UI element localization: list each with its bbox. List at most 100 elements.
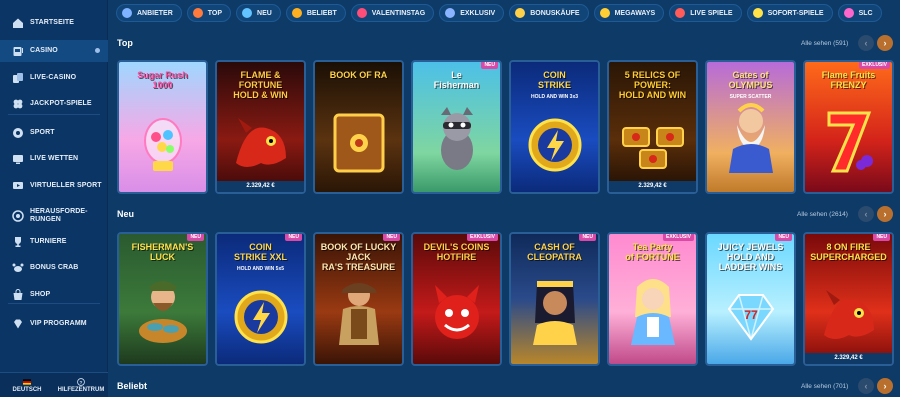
game-title: Flame Fruits FRENZY — [821, 70, 876, 90]
next-arrow-button[interactable]: › — [877, 378, 893, 394]
category-tab-sofort-spiele[interactable]: SOFORT-SPIELE — [746, 4, 833, 22]
sidebar-item-label: TURNIERE — [30, 238, 67, 245]
game-illustration — [625, 273, 681, 350]
prev-arrow-button[interactable]: ‹ — [858, 206, 874, 222]
game-badge: NEU — [481, 62, 498, 69]
see-all-link[interactable]: Alle sehen (2614) — [797, 211, 848, 218]
section-title-neu: Neu — [117, 209, 135, 219]
category-icon — [192, 8, 203, 18]
game-tile[interactable]: JUICY JEWELS HOLD AND LADDER WINS 77 NEU — [705, 232, 796, 366]
sidebar-item-jackpot-spiele[interactable]: JACKPOT-SPIELE — [0, 93, 108, 115]
game-badge: EXKLUSIV — [466, 234, 498, 241]
category-icon — [445, 8, 456, 18]
category-icon — [599, 8, 610, 18]
sidebar-item-turniere[interactable]: TURNIERE — [0, 231, 108, 253]
sidebar-item-label: LIVE-CASINO — [30, 74, 77, 81]
prev-arrow-button[interactable]: ‹ — [858, 378, 874, 394]
challenge-icon — [12, 210, 24, 222]
game-illustration — [814, 285, 884, 350]
category-tab-bonuskäufe[interactable]: BONUSKÄUFE — [509, 4, 589, 22]
jackpot-amount: 2.329,42 € — [805, 353, 892, 364]
sidebar-item-label: VIP PROGRAMM — [30, 320, 87, 327]
game-tile[interactable]: FLAME & FORTUNE HOLD & WIN 2.329,42 € — [215, 60, 306, 194]
cards-icon — [12, 72, 24, 84]
category-tab-exklusiv[interactable]: EXKLUSIV — [439, 4, 505, 22]
game-title: FISHERMAN'S LUCK — [131, 242, 194, 262]
game-subtitle: HOLD AND WIN 5x5 — [236, 266, 285, 272]
sidebar-item-vip-programm[interactable]: VIP PROGRAMM — [0, 313, 108, 335]
game-tile[interactable]: 8 ON FIRE SUPERCHARGED NEU 2.329,42 € — [803, 232, 894, 366]
category-icon — [356, 8, 367, 18]
sidebar-item-live-wetten[interactable]: LIVE WETTEN — [0, 148, 108, 170]
screen-icon — [12, 153, 24, 165]
category-tab-top[interactable]: TOP — [186, 4, 232, 22]
category-tab-anbieter[interactable]: ANBIETER — [116, 4, 182, 22]
sidebar-divider — [8, 303, 100, 304]
game-tile[interactable]: Le Fisherman NEU — [411, 60, 502, 194]
home-icon — [12, 17, 24, 29]
game-badge: NEU — [873, 234, 890, 241]
category-label: TOP — [207, 9, 223, 17]
jackpot-amount: 2.329,42 € — [217, 181, 304, 192]
game-illustration — [527, 117, 583, 178]
category-label: ANBIETER — [137, 9, 173, 17]
game-tile[interactable]: Tea Party of FORTUNE EXKLUSIV — [607, 232, 698, 366]
sidebar-item-herausforde[interactable]: HERAUSFORDE- RUNGEN — [0, 201, 108, 231]
category-tab-live-spiele[interactable]: LIVE SPIELE — [669, 4, 742, 22]
category-label: EXKLUSIV — [460, 9, 496, 17]
category-label: BELIEBT — [306, 9, 337, 17]
game-badge: NEU — [775, 234, 792, 241]
help-center-button[interactable]: ? HILFEZENTRUM — [54, 373, 108, 397]
language-button[interactable]: DEUTSCH — [0, 373, 54, 397]
category-tab-megaways[interactable]: MEGAWAYS — [593, 4, 665, 22]
game-title: BOOK OF LUCKY JACK RA'S TREASURE — [320, 242, 397, 272]
game-badge: EXKLUSIV — [858, 62, 890, 69]
game-badge: NEU — [383, 234, 400, 241]
sidebar-item-label: JACKPOT-SPIELE — [30, 100, 92, 107]
next-arrow-button[interactable]: › — [877, 35, 893, 51]
game-tile[interactable]: CASH OF CLEOPATRA NEU — [509, 232, 600, 366]
category-label: NEU — [257, 9, 272, 17]
prev-arrow-button[interactable]: ‹ — [858, 35, 874, 51]
game-illustration: 77 — [721, 289, 781, 350]
game-tile[interactable]: Sugar Rush 1000 — [117, 60, 208, 194]
game-tile[interactable]: FISHERMAN'S LUCK NEU — [117, 232, 208, 366]
see-all-link[interactable]: Alle sehen (701) — [801, 383, 848, 390]
category-tab-neu[interactable]: NEU — [236, 4, 281, 22]
game-tile[interactable]: Gates of OLYMPUS SUPER SCATTER — [705, 60, 796, 194]
category-tab-beliebt[interactable]: BELIEBT — [285, 4, 346, 22]
game-title: Sugar Rush 1000 — [137, 70, 188, 90]
game-illustration — [719, 99, 783, 178]
game-illustration — [226, 113, 296, 178]
game-title: BOOK OF RA — [329, 70, 388, 80]
sidebar-item-live-casino[interactable]: LIVE-CASINO — [0, 67, 108, 89]
game-tile[interactable]: COIN STRIKE XXL HOLD AND WIN 5x5 NEU — [215, 232, 306, 366]
game-tile[interactable]: BOOK OF RA — [313, 60, 404, 194]
sidebar-item-casino[interactable]: CASINO — [0, 40, 108, 62]
sidebar-item-sport[interactable]: SPORT — [0, 122, 108, 144]
see-all-link[interactable]: Alle sehen (591) — [801, 40, 848, 47]
clover-icon — [12, 98, 24, 110]
category-icon — [291, 8, 302, 18]
category-label: LIVE SPIELE — [690, 9, 733, 17]
sidebar-item-label: SHOP — [30, 291, 51, 298]
game-tile[interactable]: 5 RELICS OF POWER: HOLD AND WIN 2.329,42 € — [607, 60, 698, 194]
game-title: 5 RELICS OF POWER: HOLD AND WIN — [618, 70, 687, 100]
game-subtitle: HOLD AND WIN 3x3 — [530, 94, 579, 100]
sidebar-bottom-bar: DEUTSCH ? HILFEZENTRUM — [0, 372, 108, 397]
game-tile[interactable]: Flame Fruits FRENZY EXKLUSIV — [803, 60, 894, 194]
category-tab-valentinstag[interactable]: VALENTINSTAG — [350, 4, 435, 22]
next-arrow-button[interactable]: › — [877, 206, 893, 222]
section-title-beliebt: Beliebt — [117, 381, 148, 391]
game-tile[interactable]: DEVIL'S COINS HOTFIRE EXKLUSIV — [411, 232, 502, 366]
category-icon — [122, 8, 132, 18]
game-title: 8 ON FIRE SUPERCHARGED — [810, 242, 887, 262]
sidebar-item-bonus-crab[interactable]: BONUS CRAB — [0, 257, 108, 279]
ball-icon — [12, 127, 24, 139]
game-tile[interactable]: BOOK OF LUCKY JACK RA'S TREASURE NEU — [313, 232, 404, 366]
sidebar-item-virtueller-sport[interactable]: VIRTUELLER SPORT — [0, 175, 108, 197]
game-tile[interactable]: COIN STRIKE HOLD AND WIN 3x3 — [509, 60, 600, 194]
category-tab-slc[interactable]: SLC — [837, 4, 882, 22]
game-title: FLAME & FORTUNE HOLD & WIN — [233, 70, 288, 100]
sidebar-item-startseite[interactable]: STARTSEITE — [0, 12, 108, 34]
